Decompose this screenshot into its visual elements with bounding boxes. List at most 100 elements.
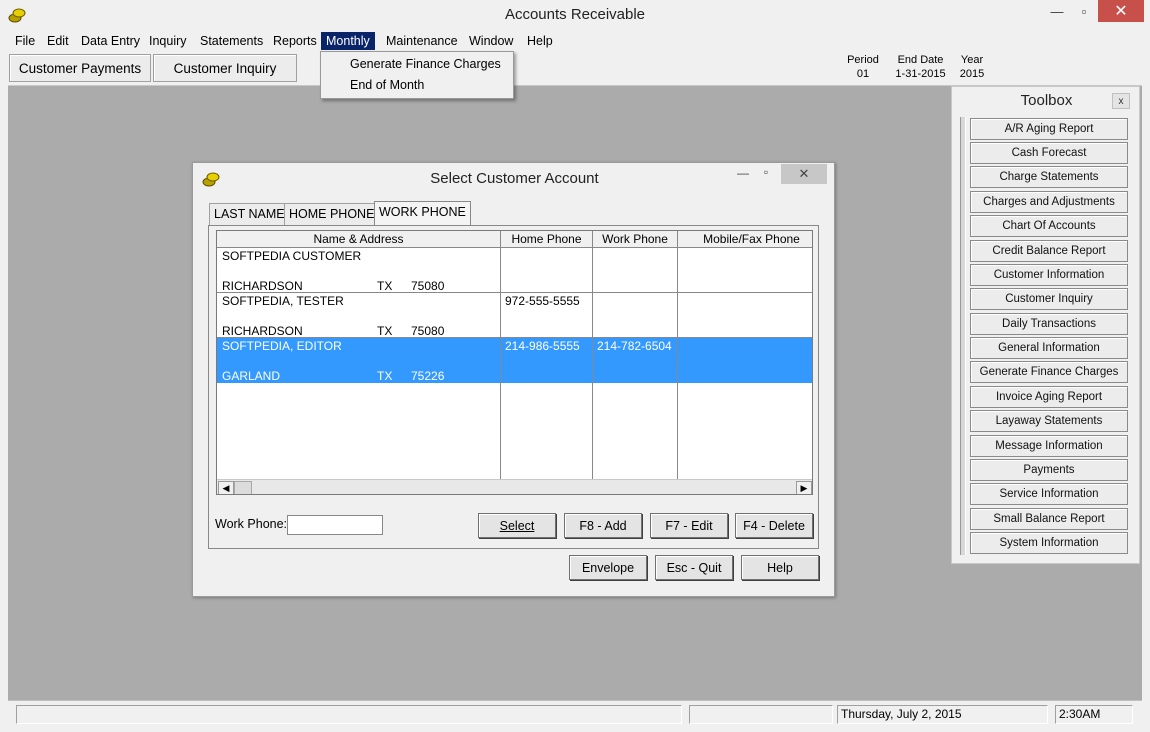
year-value: 2015 xyxy=(959,68,985,80)
menu-monthly[interactable]: Monthly xyxy=(321,32,375,50)
select-button[interactable]: Select xyxy=(478,513,556,538)
cell-home-phone: 214-986-5555 xyxy=(505,339,580,353)
tool-layaway-statements[interactable]: Layaway Statements xyxy=(970,410,1128,432)
menu-data-entry[interactable]: Data Entry xyxy=(76,32,145,50)
status-bar: Thursday, July 2, 2015 2:30AM xyxy=(8,700,1142,732)
tool-payments[interactable]: Payments xyxy=(970,459,1128,481)
tool-message-information[interactable]: Message Information xyxy=(970,435,1128,457)
cell-home-phone: 972-555-5555 xyxy=(505,294,580,308)
dialog-close-button[interactable]: ✕ xyxy=(781,164,827,184)
menu-edit[interactable]: Edit xyxy=(42,32,74,50)
add-button[interactable]: F8 - Add xyxy=(564,513,642,538)
column-header-work-phone[interactable]: Work Phone xyxy=(593,231,678,248)
column-divider xyxy=(677,248,678,480)
tool-small-balance-report[interactable]: Small Balance Report xyxy=(970,508,1128,530)
menu-window[interactable]: Window xyxy=(464,32,518,50)
table-row[interactable]: SOFTPEDIA, TESTER RICHARDSON TX 75080 97… xyxy=(217,293,812,338)
tool-charge-statements[interactable]: Charge Statements xyxy=(970,166,1128,188)
toolbox-rail xyxy=(960,117,966,555)
tab-work-phone[interactable]: WORK PHONE xyxy=(374,201,471,227)
cell-zip: 75080 xyxy=(411,324,445,338)
maximize-button[interactable]: ▫ xyxy=(1071,0,1097,22)
column-header-name[interactable]: Name & Address xyxy=(217,231,501,248)
cell-name: SOFTPEDIA, EDITOR xyxy=(222,339,342,353)
cell-zip: 75226 xyxy=(411,369,445,383)
menu-bar: File Edit Data Entry Inquiry Statements … xyxy=(8,31,1142,51)
scroll-thumb[interactable] xyxy=(234,481,252,494)
status-panel-blank xyxy=(689,705,833,724)
select-button-label: Select xyxy=(499,518,535,533)
cell-state: TX xyxy=(377,279,393,293)
dialog-maximize-button[interactable]: ▫ xyxy=(756,165,776,183)
customer-inquiry-button[interactable]: Customer Inquiry xyxy=(153,54,297,82)
status-panel-main xyxy=(16,705,682,724)
menu-file[interactable]: File xyxy=(10,32,40,50)
menu-item-generate-finance-charges[interactable]: Generate Finance Charges xyxy=(350,54,501,74)
cell-name: SOFTPEDIA, TESTER xyxy=(222,294,344,308)
table-row-selected[interactable]: SOFTPEDIA, EDITOR GARLAND TX 75226 214-9… xyxy=(217,338,812,383)
column-divider xyxy=(500,248,501,480)
tool-daily-transactions[interactable]: Daily Transactions xyxy=(970,313,1128,335)
help-button[interactable]: Help xyxy=(741,555,819,580)
tool-generate-finance-charges[interactable]: Generate Finance Charges xyxy=(970,361,1128,383)
column-header-home-phone[interactable]: Home Phone xyxy=(501,231,593,248)
dialog-minimize-button[interactable]: — xyxy=(733,166,753,184)
menu-inquiry[interactable]: Inquiry xyxy=(144,32,192,50)
year-label: Year xyxy=(960,54,984,66)
toolbox-panel: Toolbox x A/R Aging Report Cash Forecast… xyxy=(951,86,1140,564)
menu-help[interactable]: Help xyxy=(522,32,558,50)
grid-header: Name & Address Home Phone Work Phone Mob… xyxy=(217,231,812,248)
column-header-mobile-phone[interactable]: Mobile/Fax Phone xyxy=(678,231,812,248)
customer-grid[interactable]: Name & Address Home Phone Work Phone Mob… xyxy=(216,230,813,495)
cell-city: GARLAND xyxy=(222,369,281,383)
tool-general-information[interactable]: General Information xyxy=(970,337,1128,359)
tool-customer-inquiry[interactable]: Customer Inquiry xyxy=(970,288,1128,310)
tool-customer-information[interactable]: Customer Information xyxy=(970,264,1128,286)
menu-statements[interactable]: Statements xyxy=(195,32,268,50)
table-row[interactable]: SOFTPEDIA CUSTOMER RICHARDSON TX 75080 xyxy=(217,248,812,293)
cell-state: TX xyxy=(377,369,393,383)
tool-invoice-aging-report[interactable]: Invoice Aging Report xyxy=(970,386,1128,408)
tool-ar-aging-report[interactable]: A/R Aging Report xyxy=(970,118,1128,140)
status-time: 2:30AM xyxy=(1055,705,1133,724)
select-customer-account-dialog: Select Customer Account — ▫ ✕ LAST NAME … xyxy=(192,162,835,597)
tab-last-name[interactable]: LAST NAME xyxy=(209,203,290,226)
scroll-left-icon[interactable]: ◀ xyxy=(218,481,234,494)
menu-item-end-of-month[interactable]: End of Month xyxy=(350,75,424,95)
cell-zip: 75080 xyxy=(411,279,445,293)
toolbar: Customer Payments Customer Inquiry Perio… xyxy=(8,51,1142,86)
tool-cash-forecast[interactable]: Cash Forecast xyxy=(970,142,1128,164)
minimize-button[interactable]: — xyxy=(1044,0,1070,22)
title-bar: Accounts Receivable — ▫ ✕ xyxy=(0,0,1150,31)
close-button[interactable]: ✕ xyxy=(1098,0,1144,22)
tab-panel: Name & Address Home Phone Work Phone Mob… xyxy=(208,225,819,549)
tab-home-phone[interactable]: HOME PHONE xyxy=(284,203,380,226)
tool-service-information[interactable]: Service Information xyxy=(970,483,1128,505)
end-date-label: End Date xyxy=(897,54,944,66)
tool-chart-of-accounts[interactable]: Chart Of Accounts xyxy=(970,215,1128,237)
menu-reports[interactable]: Reports xyxy=(268,32,322,50)
menu-maintenance[interactable]: Maintenance xyxy=(381,32,463,50)
toolbox-close-icon[interactable]: x xyxy=(1112,93,1130,109)
edit-button[interactable]: F7 - Edit xyxy=(650,513,728,538)
quit-button[interactable]: Esc - Quit xyxy=(655,555,733,580)
end-date-value: 1-31-2015 xyxy=(895,68,946,80)
cell-city: RICHARDSON xyxy=(222,324,303,338)
tool-credit-balance-report[interactable]: Credit Balance Report xyxy=(970,240,1128,262)
status-date: Thursday, July 2, 2015 xyxy=(837,705,1048,724)
delete-button[interactable]: F4 - Delete xyxy=(735,513,813,538)
period-value: 01 xyxy=(856,68,870,80)
monthly-dropdown-menu: Generate Finance Charges End of Month xyxy=(320,51,514,99)
horizontal-scrollbar[interactable]: ◀ ▶ xyxy=(217,479,812,494)
work-phone-label: Work Phone: xyxy=(215,517,288,531)
tool-system-information[interactable]: System Information xyxy=(970,532,1128,554)
cell-city: RICHARDSON xyxy=(222,279,303,293)
cell-state: TX xyxy=(377,324,393,338)
period-info: Period 01 End Date 1-31-2015 Year 2015 xyxy=(843,54,1013,84)
customer-payments-button[interactable]: Customer Payments xyxy=(9,54,151,82)
envelope-button[interactable]: Envelope xyxy=(569,555,647,580)
work-phone-input[interactable] xyxy=(287,515,383,535)
window-title: Accounts Receivable xyxy=(504,6,646,23)
tool-charges-and-adjustments[interactable]: Charges and Adjustments xyxy=(970,191,1128,213)
scroll-right-icon[interactable]: ▶ xyxy=(796,481,812,494)
